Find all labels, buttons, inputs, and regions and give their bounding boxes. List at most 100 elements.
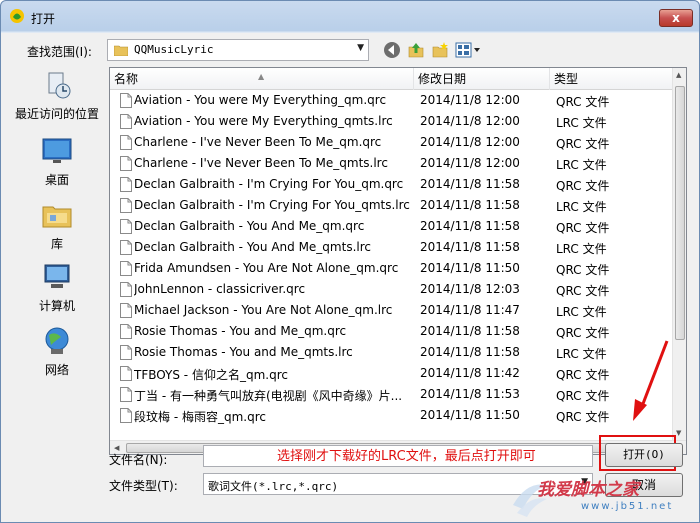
back-icon[interactable] [383,41,401,59]
file-name: Aviation - You were My Everything_qmts.l… [134,114,393,128]
file-row[interactable]: Rosie Thomas - You and Me_qmts.lrc 2014/1… [110,342,674,363]
file-name: Frida Amundsen - You Are Not Alone_qm.qr… [134,261,399,275]
file-type: LRC 文件 [556,116,607,130]
file-icon [120,345,132,360]
place-computer[interactable]: 计算机 [9,261,105,321]
place-desktop[interactable]: 桌面 [9,135,105,195]
place-label: 计算机 [38,299,75,313]
file-icon [120,408,132,423]
file-date: 2014/11/8 11:50 [420,261,520,275]
file-date: 2014/11/8 11:58 [420,198,520,212]
view-menu-icon[interactable] [455,41,481,59]
file-date: 2014/11/8 11:50 [420,408,520,422]
column-header-date[interactable]: 修改日期 [414,68,550,90]
file-row[interactable]: Frida Amundsen - You Are Not Alone_qm.qr… [110,258,674,279]
file-date: 2014/11/8 12:03 [420,282,520,296]
file-name: Declan Galbraith - I'm Crying For You_qm… [134,177,404,191]
watermark: 我爱脚本之家 www.jb51.net [509,475,699,522]
title-bar[interactable]: 打开 x [1,1,699,33]
file-icon [120,303,132,318]
open-button[interactable]: 打开(O) [605,443,683,467]
file-icon [120,282,132,297]
chevron-down-icon[interactable]: ▼ [357,43,364,53]
file-date: 2014/11/8 12:00 [420,93,520,107]
file-row[interactable]: Declan Galbraith - You And Me_qmts.lrc 20… [110,237,674,258]
file-row[interactable]: Declan Galbraith - You And Me_qm.qrc 2014… [110,216,674,237]
file-row[interactable]: Aviation - You were My Everything_qm.qrc… [110,90,674,111]
watermark-url: www.jb51.net [581,501,674,512]
file-row[interactable]: Declan Galbraith - I'm Crying For You_qm… [110,174,674,195]
file-type: QRC 文件 [556,221,610,235]
window-title: 打开 [31,12,56,26]
scroll-down-icon[interactable]: ▼ [676,429,681,437]
column-type-label: 类型 [554,72,579,86]
lookin-combobox[interactable]: QQMusicLyric ▼ [107,39,369,61]
file-type: LRC 文件 [556,200,607,214]
file-date: 2014/11/8 11:58 [420,240,520,254]
file-icon [120,366,132,381]
column-header-name[interactable]: 名称 ▲ [110,68,414,90]
file-row[interactable]: 段玟梅 - 梅雨容_qm.qrc 2014/11/8 11:50 QRC 文件 [110,405,674,426]
close-icon: x [672,11,680,25]
file-list[interactable]: 名称 ▲ 修改日期 类型 Aviation - You were My Ever… [109,67,687,455]
file-row[interactable]: TFBOYS - 信仰之名_qm.qrc 2014/11/8 11:42 QRC 文… [110,363,674,384]
file-row[interactable]: Declan Galbraith - I'm Crying For You_qm… [110,195,674,216]
place-libraries[interactable]: 库 [9,199,105,259]
file-row[interactable]: Rosie Thomas - You and Me_qm.qrc 2014/11/… [110,321,674,342]
places-bar: 最近访问的位置 桌面 库 计算机 网络 [9,69,105,421]
file-name: Michael Jackson - You Are Not Alone_qm.l… [134,303,393,317]
file-name: Rosie Thomas - You and Me_qm.qrc [134,324,347,338]
file-icon [120,93,132,108]
file-date: 2014/11/8 11:58 [420,219,520,233]
filetype-value: 歌词文件(*.lrc,*.qrc) [208,480,339,493]
place-recent[interactable]: 最近访问的位置 [9,69,105,129]
file-rows: Aviation - You were My Everything_qm.qrc… [110,90,674,426]
file-type: LRC 文件 [556,305,607,319]
file-icon [120,114,132,129]
file-type: QRC 文件 [556,410,610,424]
place-network[interactable]: 网络 [9,325,105,385]
place-label: 网络 [44,363,69,377]
open-file-dialog: 打开 x 查找范围(I): QQMusicLyric ▼ 最近访问的位置 桌面 … [0,0,700,523]
scroll-up-icon[interactable]: ▲ [676,71,681,79]
file-date: 2014/11/8 11:58 [420,177,520,191]
app-icon [10,9,24,23]
file-date: 2014/11/8 11:47 [420,303,520,317]
file-icon [120,177,132,192]
file-name: TFBOYS - 信仰之名_qm.qrc [134,368,288,382]
file-name: 丁当 - 有一种勇气叫放弃(电视剧《风中奇缘》片... [134,389,403,403]
close-button[interactable]: x [659,9,693,27]
column-date-label: 修改日期 [418,72,467,86]
file-name: JohnLennon - classicriver.qrc [134,282,306,296]
vertical-scroll-thumb[interactable] [675,86,685,340]
file-name: Declan Galbraith - You And Me_qm.qrc [134,219,365,233]
list-header: 名称 ▲ 修改日期 类型 [110,68,674,90]
desktop-icon [42,138,72,163]
file-row[interactable]: 丁当 - 有一种勇气叫放弃(电视剧《风中奇缘》片... 2014/11/8 11:… [110,384,674,405]
filename-label: 文件名(N): [109,453,168,467]
file-name: Charlene - I've Never Been To Me_qmts.lr… [134,156,388,170]
file-row[interactable]: JohnLennon - classicriver.qrc 2014/11/8 1… [110,279,674,300]
vertical-scrollbar[interactable]: ▲ ▼ [672,68,686,440]
file-row[interactable]: Aviation - You were My Everything_qmts.l… [110,111,674,132]
up-folder-icon[interactable] [407,41,425,59]
file-date: 2014/11/8 11:58 [420,345,520,359]
file-icon [120,135,132,150]
file-row[interactable]: Charlene - I've Never Been To Me_qmts.lr… [110,153,674,174]
file-type: QRC 文件 [556,179,610,193]
new-folder-icon[interactable] [431,41,449,59]
file-date: 2014/11/8 11:53 [420,387,520,401]
file-row[interactable]: Charlene - I've Never Been To Me_qm.qrc 2… [110,132,674,153]
file-row[interactable]: Michael Jackson - You Are Not Alone_qm.l… [110,300,674,321]
file-date: 2014/11/8 12:00 [420,156,520,170]
column-header-type[interactable]: 类型 [550,68,674,90]
place-label: 最近访问的位置 [14,107,99,121]
column-name-label: 名称 [114,72,139,86]
lookin-label: 查找范围(I): [27,45,92,59]
file-type: QRC 文件 [556,389,610,403]
filetype-label: 文件类型(T): [109,479,178,493]
watermark-text: 我爱脚本之家 [537,480,639,500]
file-icon [120,261,132,276]
computer-icon [44,264,70,288]
file-date: 2014/11/8 11:58 [420,324,520,338]
